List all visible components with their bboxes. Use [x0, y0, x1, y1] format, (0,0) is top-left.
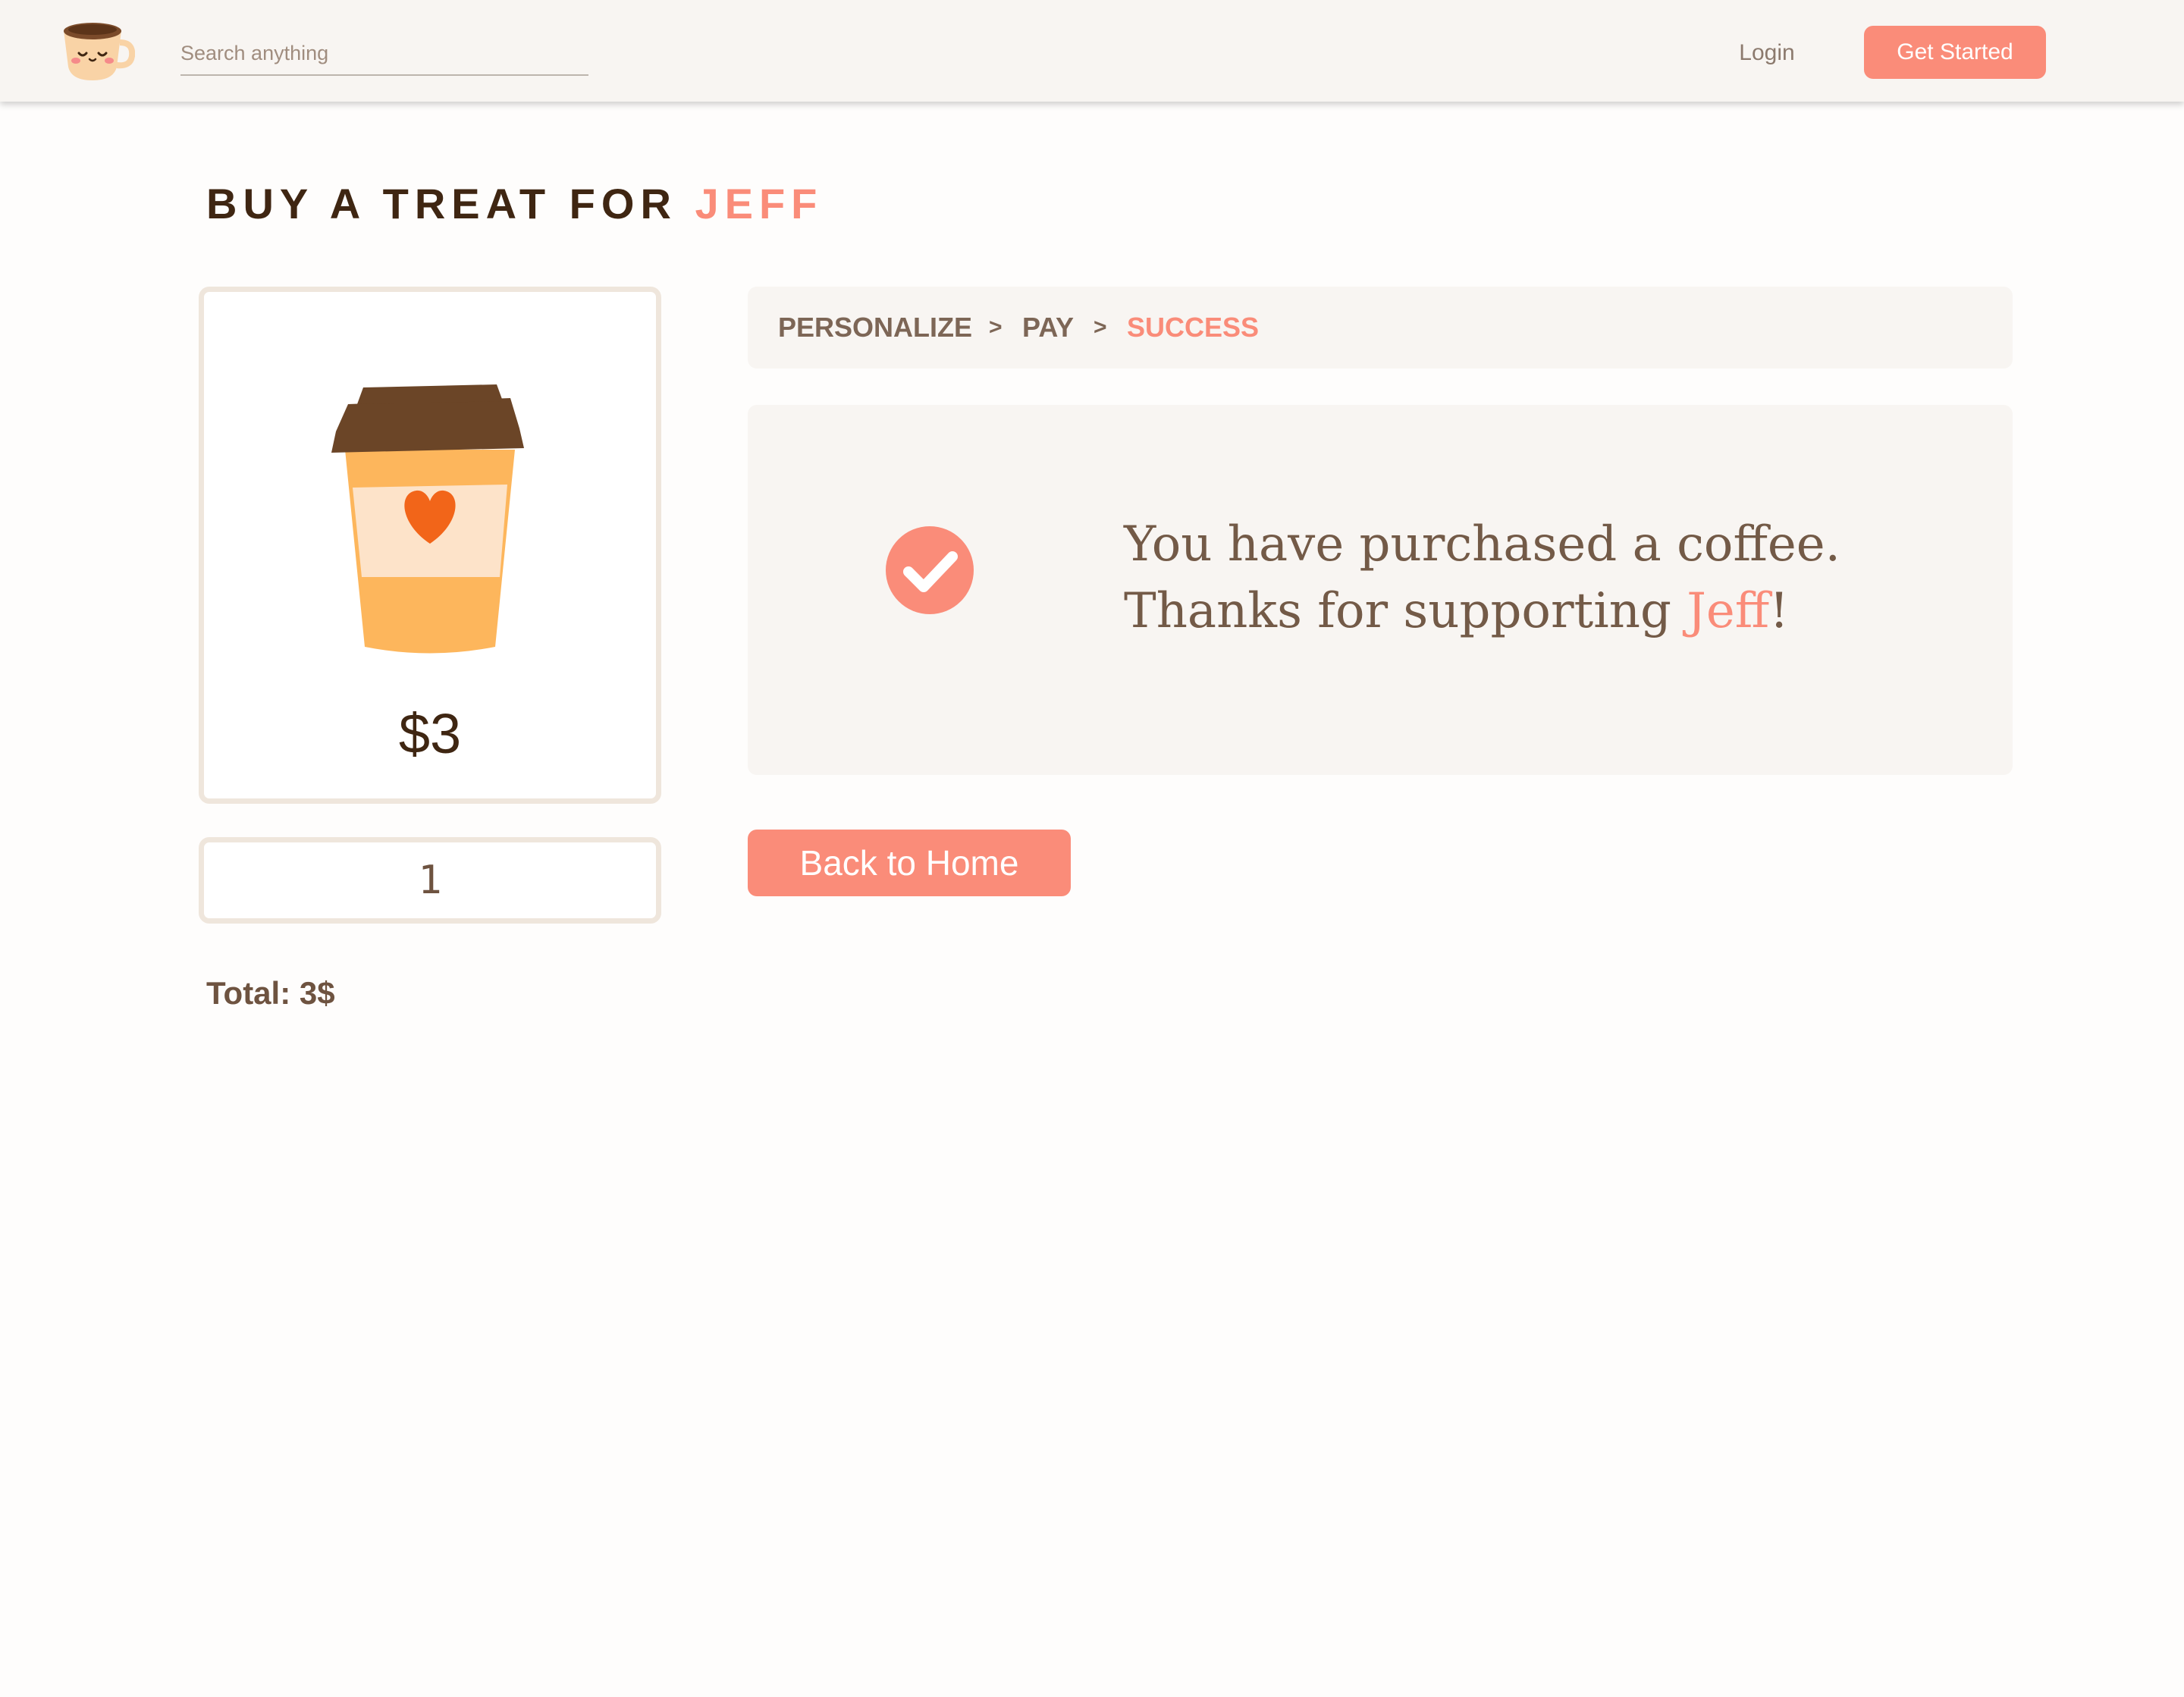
- coffee-cup-icon: [331, 384, 524, 654]
- coffee-cup-logo-icon[interactable]: [59, 20, 135, 83]
- page-title: BUY A TREAT FOR JEFF: [206, 179, 823, 232]
- page-title-prefix: BUY A TREAT FOR: [206, 180, 677, 227]
- success-line-2-prefix: Thanks for supporting: [1124, 583, 1687, 639]
- search-input[interactable]: [180, 32, 588, 74]
- step-pay[interactable]: PAY: [1022, 287, 1074, 369]
- check-circle-icon: [886, 526, 974, 614]
- step-separator-2: >: [1094, 315, 1107, 340]
- get-started-button[interactable]: Get Started: [1864, 26, 2046, 79]
- back-to-home-button[interactable]: Back to Home: [748, 830, 1071, 896]
- quantity-field[interactable]: 1: [199, 837, 661, 924]
- order-total: Total: 3$: [206, 975, 335, 1011]
- page-title-name: JEFF: [695, 180, 824, 227]
- success-panel: You have purchased a coffee. Thanks for …: [748, 405, 2013, 775]
- success-line-2-suffix: !: [1769, 583, 1789, 639]
- success-message: You have purchased a coffee. Thanks for …: [1124, 511, 1840, 645]
- login-link[interactable]: Login: [1706, 35, 1828, 71]
- step-personalize[interactable]: PERSONALIZE: [778, 287, 972, 369]
- search-field: [180, 32, 588, 76]
- creator-name: Jeff: [1687, 583, 1770, 639]
- step-separator-1: >: [989, 315, 1003, 340]
- success-line-1: You have purchased a coffee.: [1124, 516, 1840, 572]
- step-success[interactable]: SUCCESS: [1127, 287, 1259, 369]
- product-price: $3: [398, 702, 462, 765]
- product-card: $3: [199, 287, 661, 804]
- top-navbar: Login Get Started: [0, 0, 2184, 102]
- success-line-2: Thanks for supporting Jeff!: [1124, 578, 1840, 645]
- checkout-steps: PERSONALIZE > PAY > SUCCESS: [748, 287, 2013, 369]
